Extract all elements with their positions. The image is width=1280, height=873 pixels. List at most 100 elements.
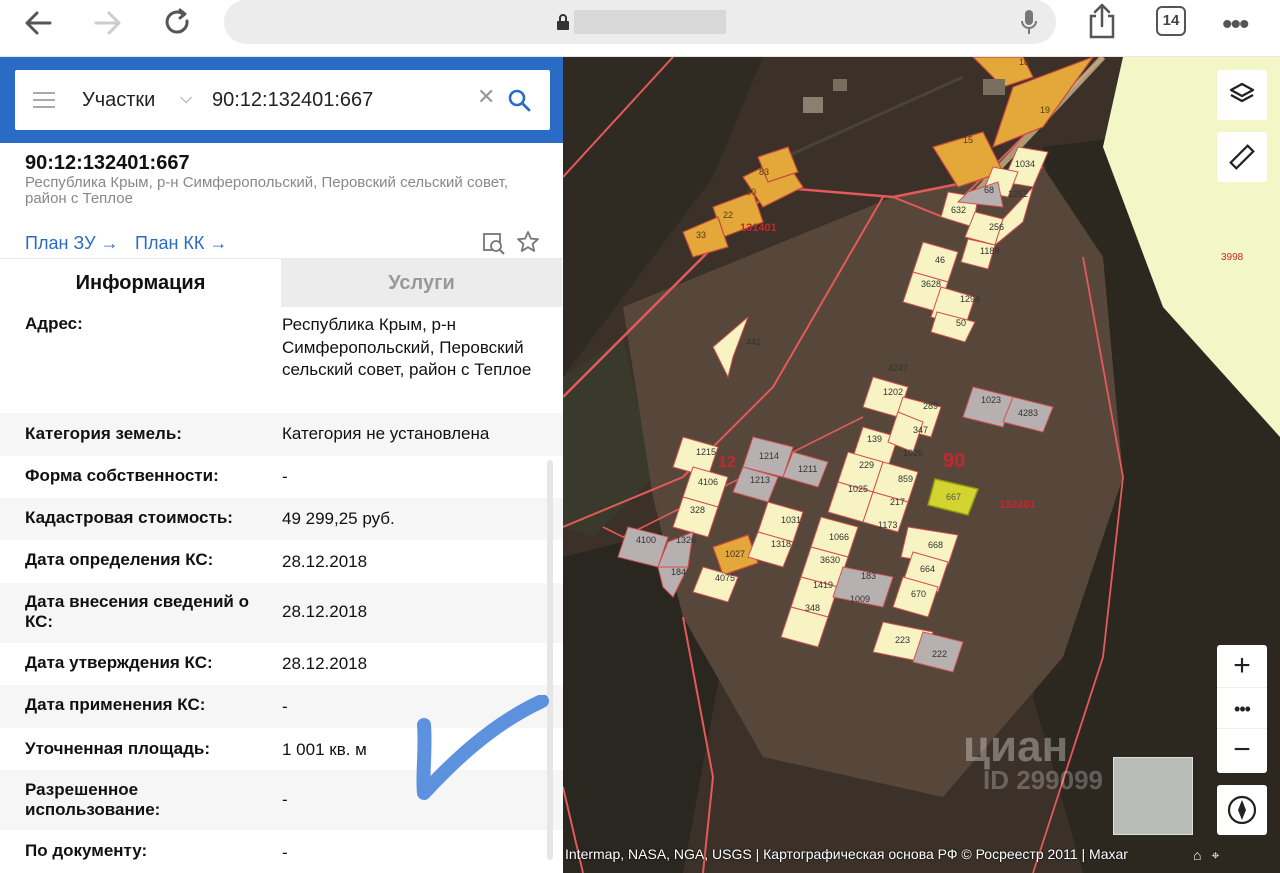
search-icon[interactable]	[507, 88, 531, 112]
tab-info[interactable]: Информация	[0, 259, 281, 307]
field-value: 49 299,25 руб.	[282, 509, 395, 528]
table-row: Адрес: Республика Крым, р-н Симферопольс…	[0, 306, 563, 413]
parcel-label: 184	[671, 567, 687, 577]
parcel-label: 1025	[848, 484, 869, 494]
tab-count-button[interactable]: 14	[1156, 6, 1186, 36]
microphone-icon[interactable]	[1020, 8, 1038, 36]
tab-services[interactable]: Услуги	[281, 259, 562, 307]
parcel-label: 217	[890, 497, 906, 507]
star-icon[interactable]	[516, 230, 540, 254]
map-view[interactable]: 90 12 131401 132401 3998 18 19 15 1034 6…	[563, 57, 1280, 873]
plan-zu-link[interactable]: План ЗУ →	[25, 233, 119, 254]
zoom-out-icon[interactable]: −	[1217, 729, 1267, 771]
chevron-down-icon[interactable]: ⌵	[180, 90, 192, 108]
share-icon[interactable]	[1086, 2, 1118, 40]
more-icon[interactable]: •••	[1222, 8, 1249, 42]
zoom-in-icon[interactable]: +	[1217, 645, 1267, 687]
zoom-controls: + ••• −	[1217, 645, 1267, 773]
field-label: Дата применения КС:	[25, 695, 206, 714]
back-icon[interactable]	[20, 6, 60, 40]
table-row: Дата определения КС: 28.12.2018	[0, 540, 563, 583]
forward-icon[interactable]	[88, 6, 128, 40]
block-label-131401: 131401	[740, 222, 777, 234]
parcel-label: 4247	[888, 363, 909, 373]
parcel-label: 1202	[883, 387, 904, 397]
home-icon[interactable]: ⌂	[1193, 847, 1211, 863]
field-value: Категория не установлена	[282, 424, 490, 443]
clear-icon[interactable]: ✕	[477, 84, 495, 110]
table-row: Форма собственности: -	[0, 456, 563, 498]
satellite-map	[563, 57, 1280, 873]
parcel-label: 1026	[903, 448, 924, 458]
parcel-label: 1023	[981, 395, 1002, 405]
field-value: -	[282, 467, 288, 486]
field-label: Дата внесения сведений о КС:	[25, 592, 249, 631]
url-redacted	[574, 10, 726, 34]
field-value: Республика Крым, р-н Симферопольский, Пе…	[282, 315, 532, 379]
field-label: Разрешенное использование:	[25, 780, 161, 819]
parcel-number: 90:12:132401:667	[25, 152, 190, 174]
parcel-label: 1027	[725, 549, 746, 559]
parcel-label: 83	[759, 167, 770, 177]
parcel-label: 670	[911, 589, 927, 599]
search-input[interactable]	[212, 84, 472, 116]
compass-button[interactable]	[1217, 785, 1267, 835]
map-attribution: Intermap, NASA, NGA, USGS | Картографиче…	[565, 846, 1128, 862]
field-label: Уточненная площадь:	[25, 739, 210, 758]
search-scope-select[interactable]: Участки	[82, 89, 155, 112]
browser-toolbar: 14 •••	[0, 0, 1280, 57]
menu-icon[interactable]	[33, 92, 55, 108]
parcel-label: 33	[696, 230, 707, 240]
parcel-label: 256	[989, 222, 1005, 232]
block-label-12: 12	[718, 454, 736, 471]
address-bar[interactable]	[224, 0, 1056, 44]
parcel-label: 4283	[1018, 408, 1039, 418]
block-label-90: 90	[943, 450, 966, 472]
measure-button[interactable]	[1217, 132, 1267, 182]
parcel-label: 222	[932, 649, 948, 659]
parcel-label-selected: 667	[946, 492, 962, 502]
parcel-label: 15	[963, 135, 974, 145]
arrow-right-icon: →	[209, 233, 228, 253]
field-label: Форма собственности:	[25, 466, 219, 485]
table-row: Дата утверждения КС: 28.12.2018	[0, 643, 563, 685]
block-label-132401: 132401	[999, 499, 1036, 511]
parcel-label: 289	[923, 401, 939, 411]
parcel-label: 1214	[759, 451, 780, 461]
field-label: Дата утверждения КС:	[25, 653, 213, 672]
field-label: Категория земель:	[25, 424, 182, 443]
parcel-label: 229	[859, 460, 875, 470]
lock-icon	[557, 14, 569, 30]
parcel-label: 4100	[636, 535, 657, 545]
layers-button[interactable]	[1217, 70, 1267, 120]
parcel-label: 1213	[750, 475, 771, 485]
zoom-to-parcel-icon[interactable]	[482, 232, 506, 256]
parcel-label: 22	[723, 210, 734, 220]
search-header: Участки ⌵ ✕ ‹	[0, 57, 583, 143]
parcel-label: 442	[746, 337, 762, 347]
map-footer-icons: ⌂⌖	[1193, 847, 1229, 864]
reload-icon[interactable]	[158, 6, 198, 40]
minimap[interactable]	[1113, 757, 1193, 835]
info-panel: Участки ⌵ ✕ ‹ 90:12:132401:667 Республик…	[0, 57, 583, 873]
compass-icon	[1227, 795, 1257, 825]
field-value: 28.12.2018	[282, 602, 368, 621]
parcel-label: 859	[898, 474, 914, 484]
locate-icon[interactable]: ⌖	[1211, 847, 1229, 863]
parcel-label: 223	[895, 635, 911, 645]
parcel-label: 46	[935, 255, 946, 265]
parcel-label: 1009	[850, 594, 871, 604]
parcel-label: 1173	[878, 520, 898, 530]
parcel-label: 1326	[676, 535, 697, 545]
parcel-label: 18	[1019, 57, 1030, 67]
more-zoom-icon[interactable]: •••	[1217, 687, 1267, 729]
parcel-label: 80	[746, 187, 757, 197]
parcel-label: 1211	[798, 464, 818, 474]
plan-kk-link[interactable]: План КК →	[135, 233, 227, 254]
panel-tabs: Информация Услуги	[0, 258, 563, 307]
field-value: 28.12.2018	[282, 552, 368, 571]
field-label: Дата определения КС:	[25, 550, 214, 569]
parcel-label: 3630	[820, 555, 841, 565]
table-row: Категория земель: Категория не установле…	[0, 413, 563, 456]
field-label: Кадастровая стоимость:	[25, 508, 233, 527]
